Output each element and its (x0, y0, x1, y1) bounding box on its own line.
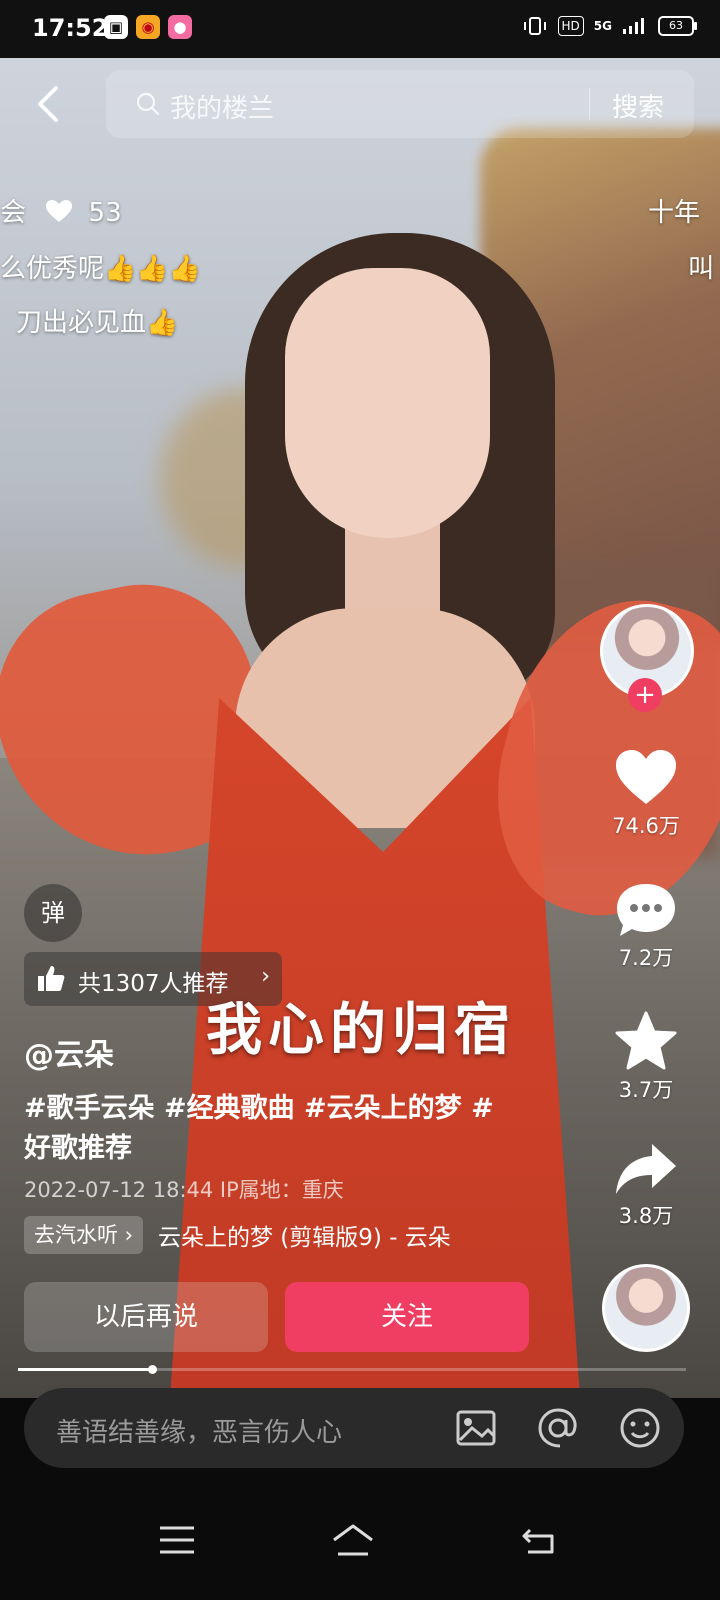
danmaku-comment: 十年 (648, 198, 701, 228)
progress-thumb[interactable] (148, 1365, 157, 1374)
follow-button[interactable]: 关注 (285, 1282, 529, 1352)
comment-button[interactable]: 7.2万 (606, 880, 686, 972)
network-label: 5G (593, 19, 612, 33)
search-divider (589, 88, 590, 120)
thumbs-up-icon (38, 966, 65, 991)
video-figure-face (285, 268, 490, 538)
vibrate-icon (523, 17, 546, 35)
pig-app-icon: ● (168, 15, 192, 39)
danmaku-comment: 叫 (688, 254, 715, 284)
post-description-line[interactable]: 好歌推荐 (24, 1126, 132, 1165)
video-lyrics-caption: 我心的归宿 (206, 997, 516, 1063)
search-button[interactable]: 搜索 (612, 87, 664, 124)
hd-badge: HD (557, 16, 584, 36)
battery-icon: 63 (658, 16, 697, 36)
status-right: HD 5G 63 (522, 16, 697, 36)
danmaku-toggle-button[interactable]: 弹 (24, 884, 82, 942)
danmaku-comment: 么优秀呢👍👍👍 (0, 254, 202, 284)
follow-plus-button[interactable]: + (628, 678, 662, 712)
share-count: 3.8万 (618, 1204, 674, 1228)
image-icon[interactable] (454, 1406, 498, 1450)
weibo-icon: ◉ (136, 15, 160, 39)
star-icon (615, 1011, 677, 1070)
music-title[interactable]: 云朵上的梦 (剪辑版9) - 云朵 (158, 1218, 451, 1252)
music-listen-chip[interactable]: 去汽水听 › (24, 1216, 144, 1254)
favorite-count: 3.7万 (618, 1078, 674, 1102)
emoji-icon[interactable] (618, 1406, 662, 1450)
signal-icon (623, 18, 644, 34)
status-bar: 17:52 ▣ ◉ ● HD 5G 63 (0, 0, 720, 58)
search-icon (136, 92, 160, 116)
comment-input-bar[interactable]: 善语结善缘，恶言伤人心 (24, 1388, 684, 1468)
later-button[interactable]: 以后再说 (24, 1282, 268, 1352)
comment-icon (617, 884, 675, 936)
search-input[interactable]: 我的楼兰 (170, 88, 274, 125)
share-button[interactable]: 3.8万 (606, 1140, 686, 1230)
post-date-location: 2022-07-12 18:44 IP属地：重庆 (24, 1178, 344, 1202)
search-bar[interactable]: 我的楼兰 搜索 (106, 70, 694, 138)
home-icon[interactable] (330, 1520, 376, 1560)
heart-icon (46, 200, 73, 222)
heart-icon (616, 750, 676, 804)
danmaku-comment: 刀出必见血👍 (16, 308, 179, 338)
danmaku-text: 会 (0, 198, 27, 228)
comment-count: 7.2万 (618, 946, 674, 970)
status-time: 17:52 (32, 14, 109, 42)
favorite-button[interactable]: 3.7万 (606, 1010, 686, 1104)
progress-fill (18, 1368, 152, 1371)
share-icon (616, 1144, 676, 1194)
mention-icon[interactable] (536, 1406, 580, 1450)
back-arrow-icon[interactable] (26, 80, 72, 128)
comment-input[interactable]: 善语结善缘，恶言伤人心 (56, 1412, 342, 1449)
back-icon[interactable] (516, 1520, 562, 1560)
menu-icon[interactable] (154, 1520, 200, 1560)
notification-icons: ▣ ◉ ● (104, 15, 192, 39)
like-count: 74.6万 (612, 814, 680, 838)
author-name[interactable]: @云朵 (24, 1030, 114, 1074)
post-description-line[interactable]: #歌手云朵 #经典歌曲 #云朵上的梦 # (24, 1086, 494, 1125)
system-nav-bar (0, 1488, 720, 1600)
app-notification-icon: ▣ (104, 15, 128, 39)
like-button[interactable]: 74.6万 (606, 748, 686, 840)
danmaku-comment: 会 53 (0, 192, 122, 229)
music-disc-avatar[interactable] (602, 1264, 690, 1352)
danmaku-like-count: 53 (88, 198, 122, 228)
